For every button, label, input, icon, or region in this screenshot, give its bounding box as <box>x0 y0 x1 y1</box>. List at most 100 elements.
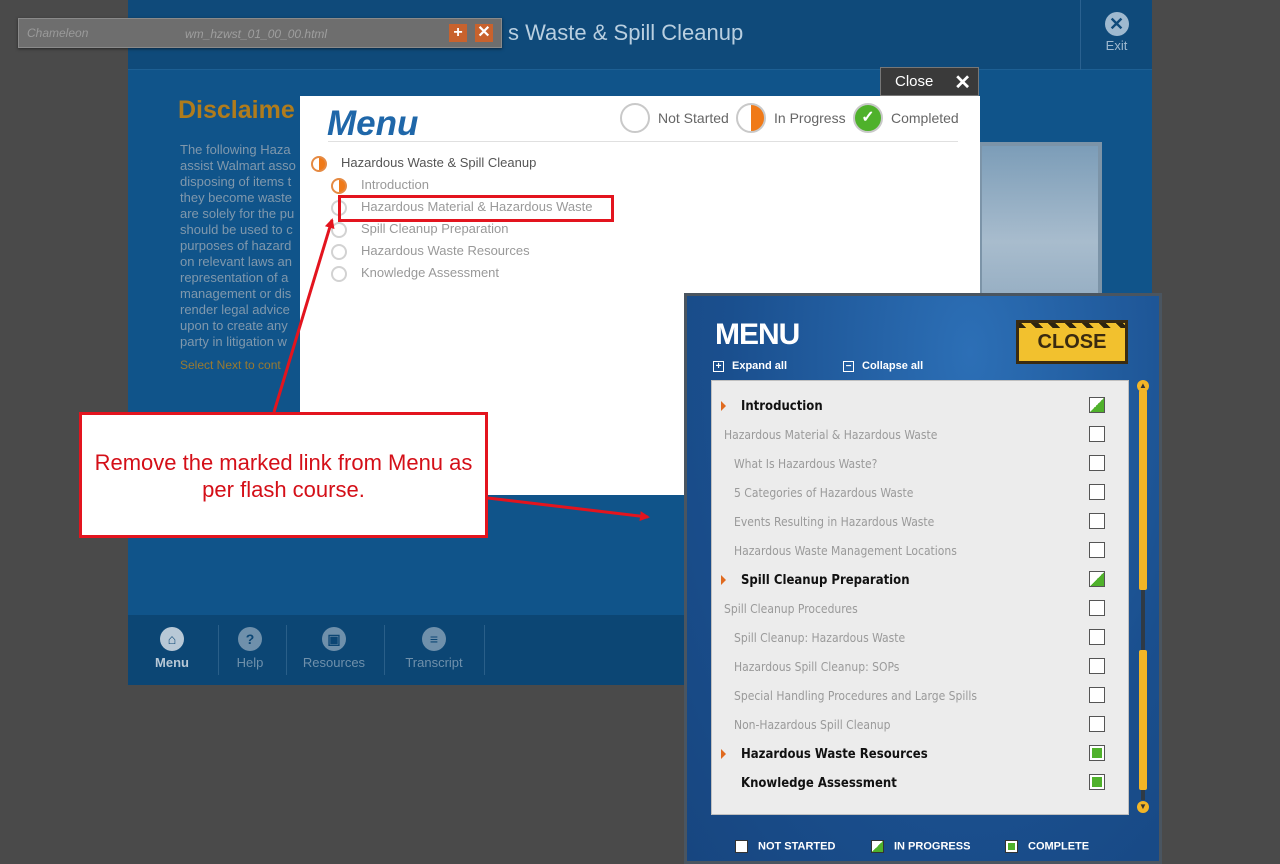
flash-row-special-handling[interactable]: Special Handling Procedures and Large Sp… <box>712 682 1128 711</box>
in-progress-icon <box>311 156 327 172</box>
menu-item-label: Spill Cleanup Preparation <box>361 221 509 236</box>
tab-filename: wm_hzwst_01_00_00.html <box>185 27 328 41</box>
nav-resources-label: Resources <box>302 655 366 670</box>
legend-not-started-label: Not Started <box>658 110 729 126</box>
flash-row-label: Special Handling Procedures and Large Sp… <box>734 689 977 703</box>
exit-label: Exit <box>1105 38 1128 53</box>
callout-text: Remove the marked link from Menu as per … <box>94 450 473 502</box>
not-started-checkbox <box>1089 658 1105 674</box>
nav-divider <box>286 625 287 675</box>
completed-check-icon: ✓ <box>853 103 883 133</box>
scroll-up-icon[interactable]: ▲ <box>1137 380 1149 392</box>
flash-scrollbar[interactable]: ▲ ▼ <box>1137 380 1149 813</box>
disclaimer-title: Disclaime <box>178 96 295 124</box>
flash-row-introduction[interactable]: Introduction <box>712 392 1128 421</box>
legend-in-progress: IN PROGRESS <box>871 840 970 853</box>
collapse-icon: − <box>843 361 854 372</box>
nav-resources-button[interactable]: ▣ Resources <box>294 625 374 670</box>
menu-title: Menu <box>327 104 419 143</box>
nav-help-label: Help <box>236 655 264 670</box>
complete-checkbox <box>1089 745 1105 761</box>
transcript-icon: ≡ <box>422 627 446 651</box>
expand-arrow-icon[interactable] <box>721 749 726 759</box>
help-icon: ? <box>238 627 262 651</box>
legend-complete: COMPLETE <box>1005 840 1089 853</box>
flash-row-label: Hazardous Spill Cleanup: SOPs <box>734 660 900 674</box>
close-tab-button[interactable]: ✕ <box>475 24 493 42</box>
flash-row-label: Spill Cleanup: Hazardous Waste <box>734 631 906 645</box>
in-progress-icon <box>331 178 347 194</box>
resources-icon: ▣ <box>322 627 346 651</box>
legend-label: NOT STARTED <box>758 840 836 853</box>
menu-close-label: Close <box>895 73 934 90</box>
not-started-icon <box>620 103 650 133</box>
flash-close-button[interactable]: CLOSE <box>1016 320 1128 364</box>
scroll-thumb[interactable] <box>1139 390 1147 590</box>
expand-all-button[interactable]: + Expand all <box>713 360 787 372</box>
flash-row-hazardous-spill-sops[interactable]: Hazardous Spill Cleanup: SOPs <box>712 653 1128 682</box>
scroll-down-icon[interactable]: ▼ <box>1137 801 1149 813</box>
flash-row-events-resulting[interactable]: Events Resulting in Hazardous Waste <box>712 508 1128 537</box>
menu-item-label: Introduction <box>361 177 429 192</box>
flash-menu-panel: MENU CLOSE + Expand all − Collapse all Int… <box>684 293 1162 864</box>
not-started-checkbox <box>1089 484 1105 500</box>
flash-row-label: What Is Hazardous Waste? <box>734 457 878 471</box>
close-icon: ✕ <box>954 72 971 94</box>
menu-item-label: Hazardous Waste Resources <box>361 243 530 258</box>
not-started-icon <box>331 244 347 260</box>
flash-row-label: 5 Categories of Hazardous Waste <box>734 486 914 500</box>
home-icon: ⌂ <box>160 627 184 651</box>
not-started-checkbox <box>1089 629 1105 645</box>
chameleon-logo: Chameleon <box>27 26 89 40</box>
expand-icon: + <box>713 361 724 372</box>
flash-menu-list: Introduction Hazardous Material & Hazard… <box>711 380 1129 815</box>
not-started-icon <box>331 222 347 238</box>
not-started-checkbox <box>1089 716 1105 732</box>
nav-menu-button[interactable]: ⌂ Menu <box>132 625 212 670</box>
flash-row-label: Hazardous Material & Hazardous Waste <box>724 428 938 442</box>
flash-row-spill-cleanup-hazardous-waste[interactable]: Spill Cleanup: Hazardous Waste <box>712 624 1128 653</box>
flash-row-knowledge-assessment[interactable]: Knowledge Assessment <box>712 769 1128 798</box>
menu-item-label: Knowledge Assessment <box>361 265 500 280</box>
nav-help-button[interactable]: ? Help <box>210 625 290 670</box>
collapse-all-button[interactable]: − Collapse all <box>843 360 923 372</box>
add-tab-button[interactable]: + <box>449 24 467 42</box>
menu-close-button[interactable]: Close ✕ <box>880 67 979 96</box>
legend-label: IN PROGRESS <box>894 840 971 853</box>
flash-row-non-hazardous-spill[interactable]: Non-Hazardous Spill Cleanup <box>712 711 1128 740</box>
flash-row-label: Spill Cleanup Procedures <box>724 602 858 616</box>
menu-root-label: Hazardous Waste & Spill Cleanup <box>341 155 537 170</box>
in-progress-checkbox-icon <box>871 840 884 853</box>
expand-arrow-icon[interactable] <box>721 401 726 411</box>
flash-legend: NOT STARTED IN PROGRESS COMPLETE <box>687 826 1159 861</box>
flash-row-management-locations[interactable]: Hazardous Waste Management Locations <box>712 537 1128 566</box>
exit-button[interactable]: ✕ Exit <box>1080 0 1152 70</box>
in-progress-icon <box>736 103 766 133</box>
flash-row-spill-cleanup-preparation[interactable]: Spill Cleanup Preparation <box>712 566 1128 595</box>
flash-row-label: Hazardous Waste Resources <box>741 747 928 762</box>
not-started-checkbox <box>1089 426 1105 442</box>
legend-in-progress-label: In Progress <box>774 110 846 126</box>
legend-completed-label: Completed <box>891 110 959 126</box>
disclaimer-text: The following Haza assist Walmart asso d… <box>180 142 296 349</box>
not-started-icon <box>331 266 347 282</box>
flash-row-hazardous-material[interactable]: Hazardous Material & Hazardous Waste <box>712 421 1128 450</box>
not-started-checkbox-icon <box>735 840 748 853</box>
nav-transcript-label: Transcript <box>405 655 463 670</box>
flash-close-label: CLOSE <box>1031 331 1113 353</box>
flash-row-label: Events Resulting in Hazardous Waste <box>734 515 935 529</box>
flash-row-hazardous-waste-resources[interactable]: Hazardous Waste Resources <box>712 740 1128 769</box>
flash-row-spill-cleanup-procedures[interactable]: Spill Cleanup Procedures <box>712 595 1128 624</box>
course-title: s Waste & Spill Cleanup <box>508 20 744 45</box>
flash-row-what-is-hazardous-waste[interactable]: What Is Hazardous Waste? <box>712 450 1128 479</box>
in-progress-checkbox <box>1089 397 1105 413</box>
flash-row-label: Hazardous Waste Management Locations <box>734 544 957 558</box>
highlight-box <box>338 195 614 222</box>
disclaimer-next-instruction: Select Next to cont <box>180 358 281 372</box>
not-started-checkbox <box>1089 513 1105 529</box>
expand-arrow-icon[interactable] <box>721 575 726 585</box>
not-started-checkbox <box>1089 600 1105 616</box>
flash-row-5-categories[interactable]: 5 Categories of Hazardous Waste <box>712 479 1128 508</box>
nav-transcript-button[interactable]: ≡ Transcript <box>394 625 474 670</box>
scroll-thumb-lower[interactable] <box>1139 650 1147 790</box>
